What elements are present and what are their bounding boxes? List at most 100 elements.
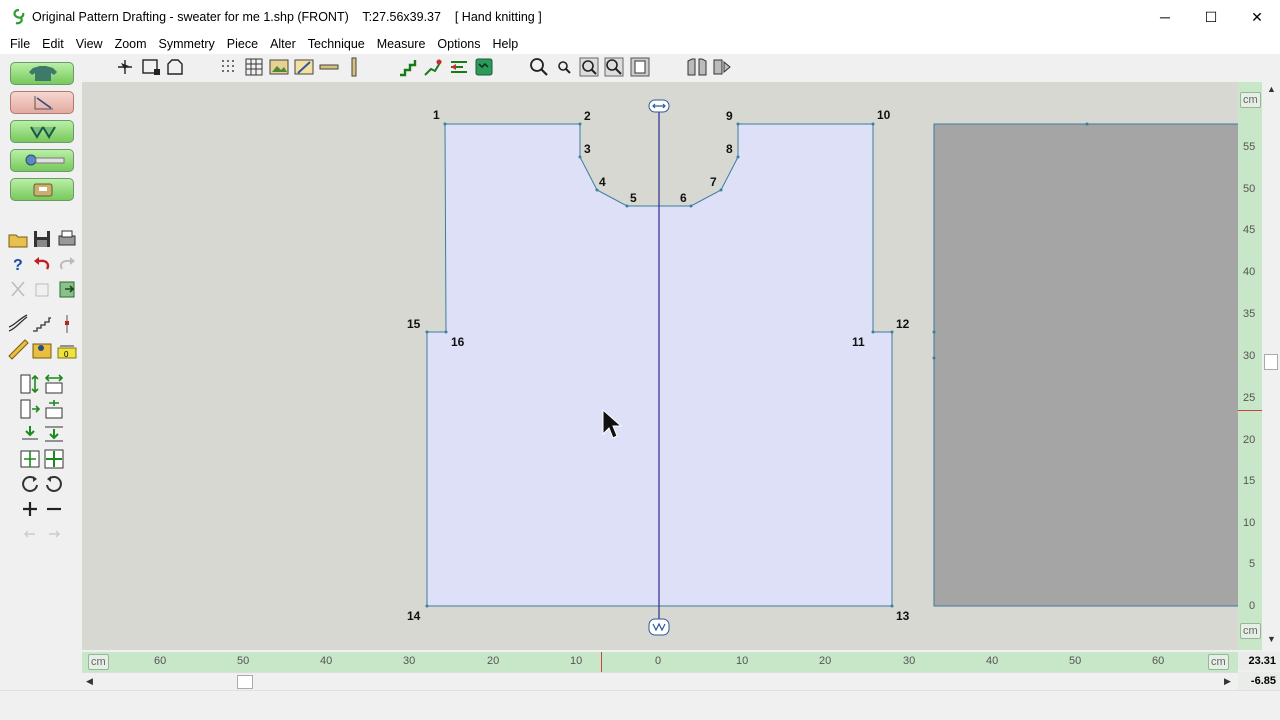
h-tick-neg-20: 20 <box>487 655 500 667</box>
menu-measure[interactable]: Measure <box>371 34 432 54</box>
width-adjust-icon[interactable] <box>43 373 65 395</box>
slope-button[interactable] <box>10 91 74 114</box>
bottom-symmetry-handle-icon[interactable] <box>648 618 670 636</box>
piece-outline-icon[interactable] <box>164 56 186 78</box>
h-tick-60: 60 <box>1152 655 1165 667</box>
vertical-scroll-thumb[interactable] <box>1264 354 1278 370</box>
undo-icon[interactable] <box>31 253 53 275</box>
close-button[interactable]: ✕ <box>1234 0 1280 34</box>
next-point-icon[interactable] <box>43 523 65 545</box>
sewing-kit-button[interactable] <box>10 178 74 201</box>
point-label-10: 10 <box>877 108 891 122</box>
minimize-button[interactable]: ─ <box>1142 0 1188 34</box>
scroll-down-arrow-icon[interactable]: ▼ <box>1267 634 1276 644</box>
cut-icon[interactable] <box>7 278 29 300</box>
steps-curve-icon[interactable] <box>31 313 53 335</box>
marker-icon[interactable] <box>56 313 78 335</box>
point-label-8: 8 <box>726 142 733 156</box>
scroll-left-arrow-icon[interactable]: ◀ <box>86 676 93 687</box>
settings-tools-icon[interactable] <box>293 56 315 78</box>
symmetry-pieces-button[interactable] <box>10 120 74 143</box>
save-disk-icon[interactable] <box>31 228 53 250</box>
open-folder-icon[interactable] <box>7 228 29 250</box>
point-label-2: 2 <box>584 109 591 123</box>
horizontal-ruler-unit-left: cm <box>88 654 109 670</box>
point-label-11: 11 <box>852 335 865 349</box>
redo-icon[interactable] <box>56 253 78 275</box>
h-tick-neg-60: 60 <box>154 655 167 667</box>
mirror-icon[interactable] <box>19 448 41 470</box>
zoom-fit-icon[interactable] <box>578 56 600 78</box>
top-symmetry-handle-icon[interactable] <box>648 99 670 113</box>
move-down-icon[interactable] <box>19 423 41 445</box>
back-piece[interactable] <box>933 123 1238 607</box>
menu-help[interactable]: Help <box>487 34 525 54</box>
rotate-right-icon[interactable] <box>19 473 41 495</box>
v-tick-15: 15 <box>1243 475 1256 487</box>
select-tool-icon[interactable] <box>114 56 136 78</box>
zoom-piece-icon[interactable] <box>603 56 625 78</box>
scroll-right-arrow-icon[interactable]: ▶ <box>1224 676 1231 687</box>
move-between-icon[interactable] <box>43 423 65 445</box>
measure-person-icon[interactable] <box>31 338 53 360</box>
menu-alter[interactable]: Alter <box>264 34 302 54</box>
drafting-canvas[interactable]: 1 2 3 4 5 6 7 8 9 10 11 12 13 14 15 16 <box>82 82 1238 650</box>
help-icon[interactable]: ? <box>7 253 29 275</box>
measuring-tape-button[interactable] <box>10 149 74 172</box>
shaping-points-icon[interactable] <box>422 56 444 78</box>
point-label-3: 3 <box>584 142 591 156</box>
sweater-style-button[interactable] <box>10 62 74 85</box>
length-adjust-icon[interactable] <box>19 373 41 395</box>
menu-options[interactable]: Options <box>431 34 486 54</box>
scroll-up-arrow-icon[interactable]: ▲ <box>1267 84 1276 94</box>
line-grid-icon[interactable] <box>243 56 265 78</box>
rotate-left-icon[interactable] <box>43 473 65 495</box>
zero-marker-icon[interactable]: 0 <box>56 338 78 360</box>
previous-point-icon[interactable] <box>19 523 41 545</box>
maximize-button[interactable]: ☐ <box>1188 0 1234 34</box>
v-tick-10: 10 <box>1243 517 1256 529</box>
zoom-icon[interactable] <box>528 56 550 78</box>
zoom-small-icon[interactable] <box>553 56 575 78</box>
tool-palette <box>0 82 82 702</box>
staircase-icon[interactable] <box>397 56 419 78</box>
menu-file[interactable]: File <box>4 34 36 54</box>
point-edit-icon[interactable] <box>140 56 162 78</box>
horizontal-scrollbar[interactable]: ◀ ▶ <box>82 672 1238 690</box>
dot-grid-icon[interactable] <box>218 56 240 78</box>
status-bar <box>0 690 1280 720</box>
v-tick-20: 20 <box>1243 434 1256 446</box>
copy-icon[interactable] <box>31 278 53 300</box>
add-point-icon[interactable] <box>19 498 41 520</box>
remove-point-icon[interactable] <box>43 498 65 520</box>
horizontal-scroll-thumb[interactable] <box>237 675 253 689</box>
image-icon[interactable] <box>268 56 290 78</box>
menu-technique[interactable]: Technique <box>302 34 371 54</box>
expand-icon[interactable] <box>43 398 65 420</box>
menu-view[interactable]: View <box>70 34 109 54</box>
zoom-all-icon[interactable] <box>629 56 651 78</box>
horizontal-line-icon[interactable] <box>318 56 340 78</box>
menu-symmetry[interactable]: Symmetry <box>153 34 221 54</box>
menu-piece[interactable]: Piece <box>221 34 264 54</box>
shift-point-icon[interactable] <box>19 398 41 420</box>
vertical-line-icon[interactable] <box>343 56 365 78</box>
h-tick-30: 30 <box>903 655 916 667</box>
curve-tool-icon[interactable] <box>7 313 29 335</box>
pieces-view-icon[interactable] <box>686 56 708 78</box>
stitch-pattern-icon[interactable] <box>473 56 495 78</box>
align-left-icon[interactable] <box>448 56 470 78</box>
menu-bar: File Edit View Zoom Symmetry Piece Alter… <box>0 34 1280 54</box>
vertical-ruler-unit-bottom: cm <box>1240 623 1261 639</box>
vertical-scrollbar[interactable]: ▲ ▼ <box>1262 82 1280 650</box>
h-tick-neg-50: 50 <box>237 655 250 667</box>
print-icon[interactable] <box>56 228 78 250</box>
ruler-icon[interactable] <box>7 338 29 360</box>
piece-flip-icon[interactable] <box>711 56 733 78</box>
move-all-icon[interactable] <box>43 448 65 470</box>
horizontal-ruler-unit-right: cm <box>1208 654 1229 670</box>
point-label-1: 1 <box>433 108 440 122</box>
paste-icon[interactable] <box>56 278 78 300</box>
menu-zoom[interactable]: Zoom <box>109 34 153 54</box>
menu-edit[interactable]: Edit <box>36 34 70 54</box>
